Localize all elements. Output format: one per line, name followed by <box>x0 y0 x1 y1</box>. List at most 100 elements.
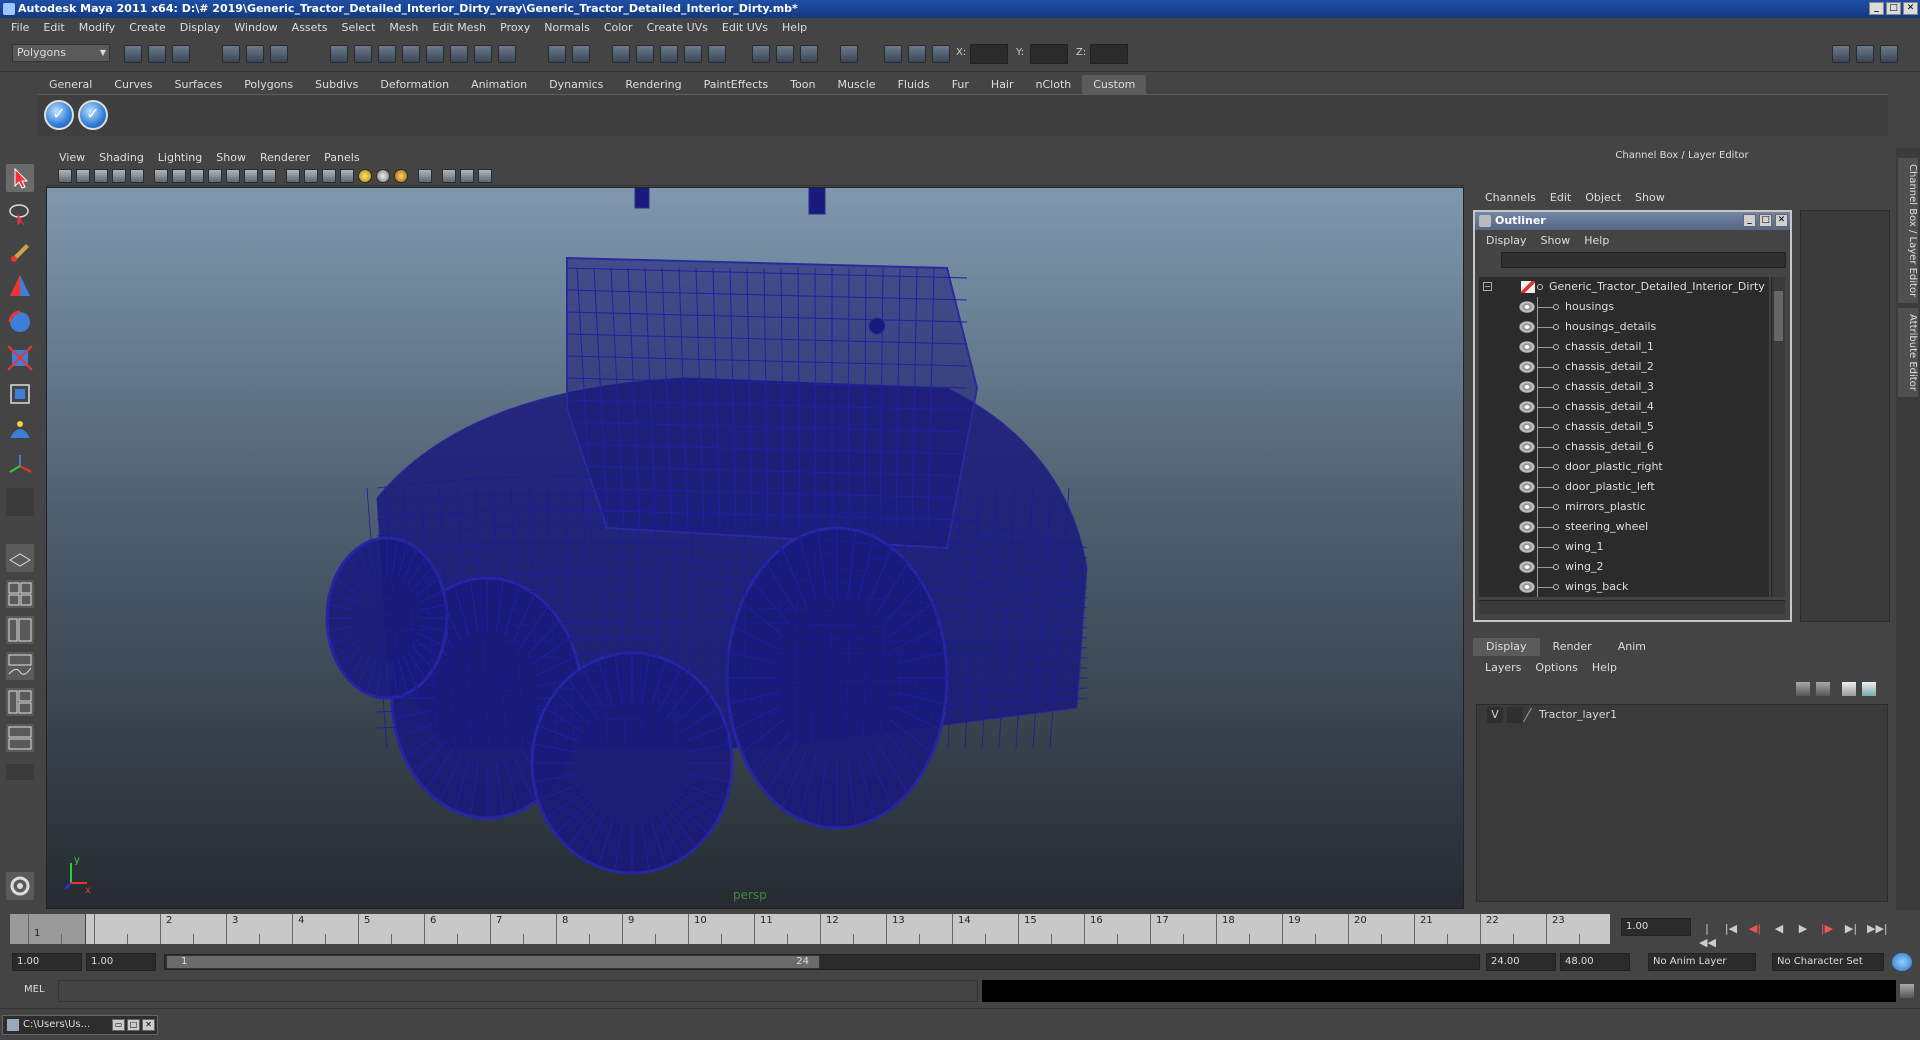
tab-polygons[interactable]: Polygons <box>233 75 304 94</box>
safe-action-icon[interactable] <box>244 169 258 183</box>
render-view-icon[interactable] <box>708 45 726 63</box>
menu-file[interactable]: File <box>4 21 36 34</box>
channel-box-menu-edit[interactable]: Edit <box>1543 191 1578 204</box>
outliner-item[interactable]: chassis_detail_3 <box>1479 377 1769 397</box>
toggle-attribute-editor-icon[interactable] <box>1832 45 1850 63</box>
tab-anim[interactable]: Anim <box>1605 638 1659 656</box>
end-time-field[interactable]: 48.00 <box>1560 953 1630 971</box>
snap-live-icon[interactable] <box>426 45 444 63</box>
toggle-channel-box-icon[interactable] <box>1880 45 1898 63</box>
panel-layout-icon[interactable] <box>840 45 858 63</box>
play-backwards-icon[interactable]: ◀ <box>1771 922 1787 936</box>
manipulator-tool-icon[interactable] <box>6 380 34 408</box>
tab-attribute-editor-vertical[interactable]: Attribute Editor <box>1898 308 1918 397</box>
grid-icon[interactable] <box>154 169 168 183</box>
tab-animation[interactable]: Animation <box>460 75 538 94</box>
step-forward-key-icon[interactable]: ▶| <box>1843 922 1859 936</box>
step-back-key-icon[interactable]: |◀ <box>1723 922 1739 936</box>
transform-field-icon[interactable] <box>932 45 950 63</box>
wireframe-icon[interactable] <box>286 169 300 183</box>
maximize-button[interactable]: □ <box>1886 2 1901 15</box>
script-editor-button-icon[interactable] <box>1900 984 1914 998</box>
tab-fluids[interactable]: Fluids <box>887 75 941 94</box>
outliner-item[interactable]: chassis_detail_1 <box>1479 337 1769 357</box>
select-by-component-icon[interactable] <box>270 45 288 63</box>
menu-normals[interactable]: Normals <box>537 21 597 34</box>
range-slider-handle[interactable]: 1 24 <box>166 955 820 969</box>
field-chart-icon[interactable] <box>226 169 240 183</box>
current-frame-marker[interactable]: 1 <box>10 914 86 944</box>
bookmark-icon[interactable] <box>94 169 108 183</box>
camera-attributes-icon[interactable] <box>76 169 90 183</box>
check-icon[interactable]: ✓ <box>44 100 74 130</box>
persp-graph-layout-icon[interactable] <box>6 652 34 680</box>
snap-grid-icon[interactable] <box>330 45 348 63</box>
outliner-item[interactable]: chassis_detail_4 <box>1479 397 1769 417</box>
tab-hair[interactable]: Hair <box>980 75 1025 94</box>
menu-modify[interactable]: Modify <box>72 21 122 34</box>
camera-icon[interactable] <box>800 45 818 63</box>
viewport-menu-renderer[interactable]: Renderer <box>253 151 317 164</box>
persp-outliner-layout-icon[interactable] <box>6 616 34 644</box>
script-editor-icon[interactable] <box>6 872 34 900</box>
menu-mesh[interactable]: Mesh <box>382 21 425 34</box>
layer-row[interactable]: V Tractor_layer1 <box>1477 705 1887 725</box>
y-field[interactable] <box>1030 44 1068 64</box>
outliner-item[interactable]: door_plastic_right <box>1479 457 1769 477</box>
channel-box-menu-object[interactable]: Object <box>1578 191 1628 204</box>
character-set-selector[interactable]: No Character Set <box>1772 953 1884 971</box>
check-icon[interactable]: ✓ <box>78 100 108 130</box>
outliner-vertical-scrollbar[interactable] <box>1771 277 1785 597</box>
shadows-icon[interactable] <box>394 169 408 183</box>
outliner-item[interactable]: door_plastic_left <box>1479 477 1769 497</box>
four-view-layout-icon[interactable] <box>6 580 34 608</box>
restore-down-icon[interactable]: ▭ <box>112 1019 125 1031</box>
minimize-button[interactable]: _ <box>1869 2 1884 15</box>
tab-dynamics[interactable]: Dynamics <box>538 75 614 94</box>
viewport-menu-lighting[interactable]: Lighting <box>151 151 209 164</box>
lasso-tool-icon[interactable] <box>6 200 34 228</box>
layer-menu-options[interactable]: Options <box>1528 661 1584 674</box>
outliner-item[interactable]: chassis_detail_2 <box>1479 357 1769 377</box>
tab-curves[interactable]: Curves <box>103 75 163 94</box>
viewport-menu-panels[interactable]: Panels <box>317 151 366 164</box>
image-plane-icon[interactable] <box>112 169 126 183</box>
history-icon[interactable] <box>450 45 468 63</box>
menu-edit[interactable]: Edit <box>36 21 71 34</box>
snap-toggle-icon[interactable] <box>908 45 926 63</box>
layer-visibility-toggle[interactable]: V <box>1487 707 1503 723</box>
lock-icon[interactable] <box>548 45 566 63</box>
outliner-item[interactable]: housings_details <box>1479 317 1769 337</box>
menu-set-selector[interactable]: Polygons ▼ <box>12 44 110 62</box>
layout-collapse-icon[interactable] <box>6 764 34 780</box>
hypershade-layout-icon[interactable] <box>6 688 34 716</box>
film-gate-icon[interactable] <box>172 169 186 183</box>
move-layer-down-icon[interactable] <box>1816 682 1830 696</box>
perspective-viewport[interactable]: y x persp <box>46 187 1464 909</box>
tab-surfaces[interactable]: Surfaces <box>164 75 234 94</box>
close-button[interactable]: ✕ <box>1903 2 1918 15</box>
save-scene-icon[interactable] <box>172 45 190 63</box>
new-layer-icon[interactable] <box>1842 682 1856 696</box>
menu-display[interactable]: Display <box>173 21 228 34</box>
outliner-menu-help[interactable]: Help <box>1577 234 1616 247</box>
snap-plane-icon[interactable] <box>402 45 420 63</box>
menu-select[interactable]: Select <box>334 21 382 34</box>
backface-icon[interactable] <box>478 169 492 183</box>
xray-joints-icon[interactable] <box>460 169 474 183</box>
tab-render[interactable]: Render <box>1540 638 1605 656</box>
anim-layer-selector[interactable]: No Anim Layer <box>1648 953 1756 971</box>
menu-edit-uvs[interactable]: Edit UVs <box>715 21 775 34</box>
isolate-select-icon[interactable] <box>418 169 432 183</box>
move-layer-up-icon[interactable] <box>1796 682 1810 696</box>
select-by-hierarchy-icon[interactable] <box>222 45 240 63</box>
render-settings-icon[interactable] <box>660 45 678 63</box>
outliner-horizontal-scrollbar[interactable] <box>1479 600 1785 614</box>
menu-proxy[interactable]: Proxy <box>493 21 537 34</box>
play-forwards-icon[interactable]: ▶ <box>1795 922 1811 936</box>
open-scene-icon[interactable] <box>148 45 166 63</box>
menu-help[interactable]: Help <box>775 21 814 34</box>
viewport-menu-view[interactable]: View <box>52 151 92 164</box>
outliner-filter-input[interactable] <box>1501 252 1786 268</box>
outliner-minimize-button[interactable]: _ <box>1743 214 1756 227</box>
